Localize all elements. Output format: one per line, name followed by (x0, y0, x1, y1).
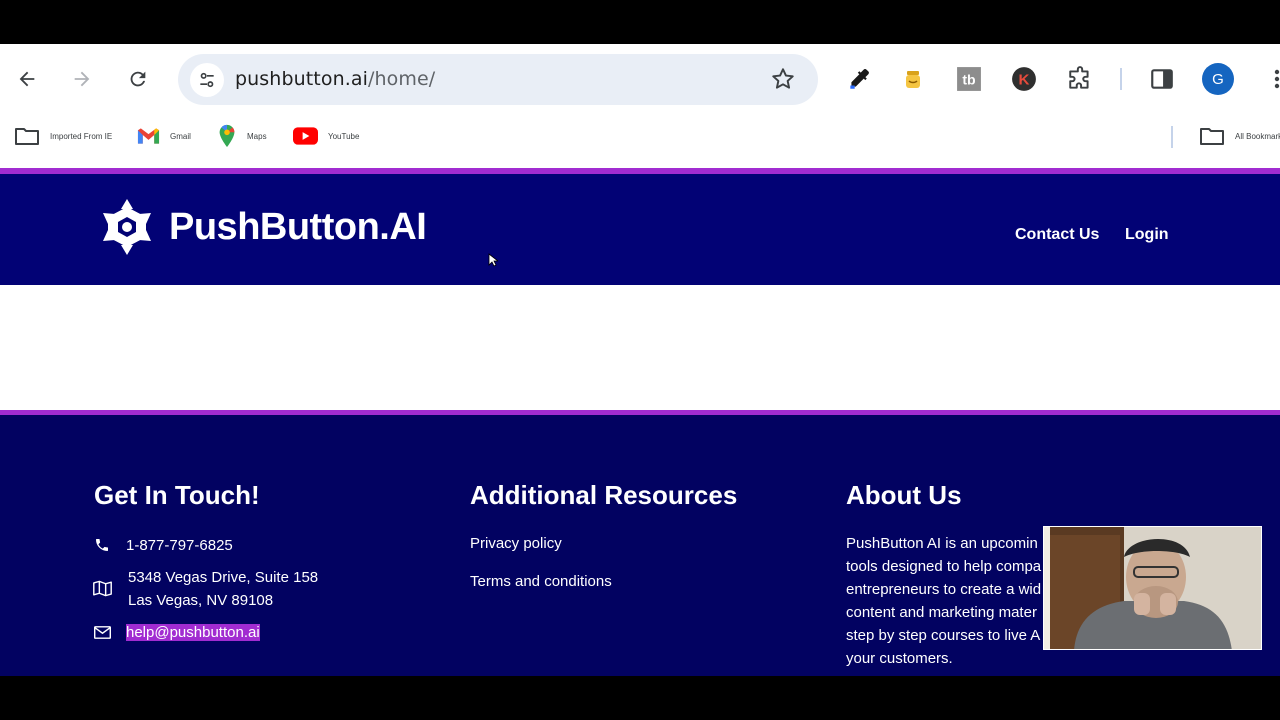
bookmark-label: Gmail (170, 131, 191, 141)
bookmark-label: All Bookmarks (1235, 131, 1280, 141)
reload-button[interactable] (121, 62, 155, 96)
maps-icon (219, 124, 235, 148)
folder-icon (1200, 128, 1224, 145)
logo-text: PushButton.AI (169, 205, 427, 248)
forward-arrow-icon (74, 71, 90, 87)
contact-email-link[interactable]: help@pushbutton.ai (126, 624, 260, 641)
forward-button[interactable] (65, 62, 99, 96)
privacy-policy-link[interactable]: Privacy policy (470, 532, 562, 555)
folder-icon (15, 128, 39, 145)
bookmarks-divider (1171, 126, 1173, 148)
reload-icon (130, 71, 146, 87)
tune-icon (200, 72, 214, 88)
gmail-icon (137, 128, 160, 144)
bookmark-label: YouTube (328, 131, 360, 141)
star-icon (772, 68, 794, 89)
youtube-icon (293, 127, 318, 145)
menu-button[interactable] (1259, 65, 1280, 93)
site-info-button[interactable] (190, 63, 224, 97)
tb-icon: tb (957, 67, 981, 91)
about-line: tools designed to help compa (846, 558, 1042, 575)
bookmark-maps[interactable]: Maps (217, 124, 267, 148)
tb-extension[interactable]: tb (955, 65, 983, 93)
phone-icon (96, 539, 108, 551)
extensions-button[interactable] (1066, 65, 1094, 93)
svg-text:tb: tb (962, 71, 976, 87)
url-text[interactable]: pushbutton.ai/home/ (235, 68, 435, 90)
terms-link[interactable]: Terms and conditions (470, 570, 612, 593)
eyedropper-extension[interactable] (845, 65, 873, 93)
map-icon (93, 580, 112, 597)
snowflake-logo-icon (103, 199, 151, 255)
bookmark-youtube[interactable]: YouTube (293, 125, 359, 147)
svg-text:K: K (1019, 71, 1030, 88)
bookmark-label: Imported From IE (50, 131, 113, 141)
k-extension[interactable]: K (1010, 65, 1038, 93)
honey-jar-icon (906, 71, 920, 88)
contact-heading: Get In Touch! (94, 480, 260, 510)
profile-avatar[interactable]: G (1202, 63, 1234, 95)
kebab-menu-icon (1274, 69, 1280, 89)
bookmark-all-bookmarks[interactable]: All Bookmarks (1199, 125, 1280, 147)
jar-extension[interactable] (899, 65, 927, 93)
nav-login[interactable]: Login (1125, 226, 1169, 244)
nav-contact-us[interactable]: Contact Us (1015, 226, 1099, 244)
contact-address-line1: 5348 Vegas Drive, Suite 158 (128, 569, 319, 586)
url-path: /home/ (367, 68, 436, 90)
about-line: entrepreneurs to create a wid (846, 581, 1042, 598)
toolbar-divider (1120, 68, 1122, 90)
contact-phone[interactable]: 1-877-797-6825 (126, 534, 233, 557)
about-heading: About Us (846, 480, 962, 510)
bookmark-imported-from-ie[interactable]: Imported From IE (14, 125, 112, 147)
puzzle-icon (1069, 66, 1089, 89)
about-line: PushButton AI is an upcomin (846, 535, 1038, 552)
bookmark-star-button[interactable] (770, 66, 796, 97)
about-line: your customers. (846, 650, 953, 667)
side-panel-button[interactable] (1148, 65, 1176, 93)
address-bar[interactable]: pushbutton.ai/home/ (178, 54, 818, 105)
site-header: PushButton.AI Contact Us Login (0, 168, 1280, 285)
webcam-person-image (1044, 527, 1261, 649)
site-logo[interactable]: PushButton.AI (97, 197, 427, 257)
contact-address-line2: Las Vegas, NV 89108 (128, 592, 274, 609)
webcam-overlay (1043, 526, 1262, 650)
bookmark-label: Maps (247, 131, 267, 141)
bookmark-gmail[interactable]: Gmail (137, 125, 191, 147)
mouse-cursor-icon (488, 253, 498, 267)
side-panel-icon (1151, 69, 1173, 89)
screen-frame: pushbutton.ai/home/ tb K G Imported From… (0, 0, 1280, 720)
browser-toolbar: pushbutton.ai/home/ tb K G (0, 44, 1280, 114)
url-host: pushbutton.ai (235, 68, 368, 90)
resources-heading: Additional Resources (470, 480, 738, 510)
about-line: content and marketing mater (846, 604, 1037, 621)
envelope-icon (94, 626, 111, 639)
about-line: step by step courses to live A (846, 627, 1041, 644)
eyedropper-icon (850, 69, 869, 89)
bookmarks-bar: Imported From IE Gmail Maps YouTube All … (0, 114, 1280, 168)
k-badge-icon: K (1012, 67, 1036, 91)
back-button[interactable] (10, 62, 44, 96)
back-arrow-icon (19, 71, 35, 87)
